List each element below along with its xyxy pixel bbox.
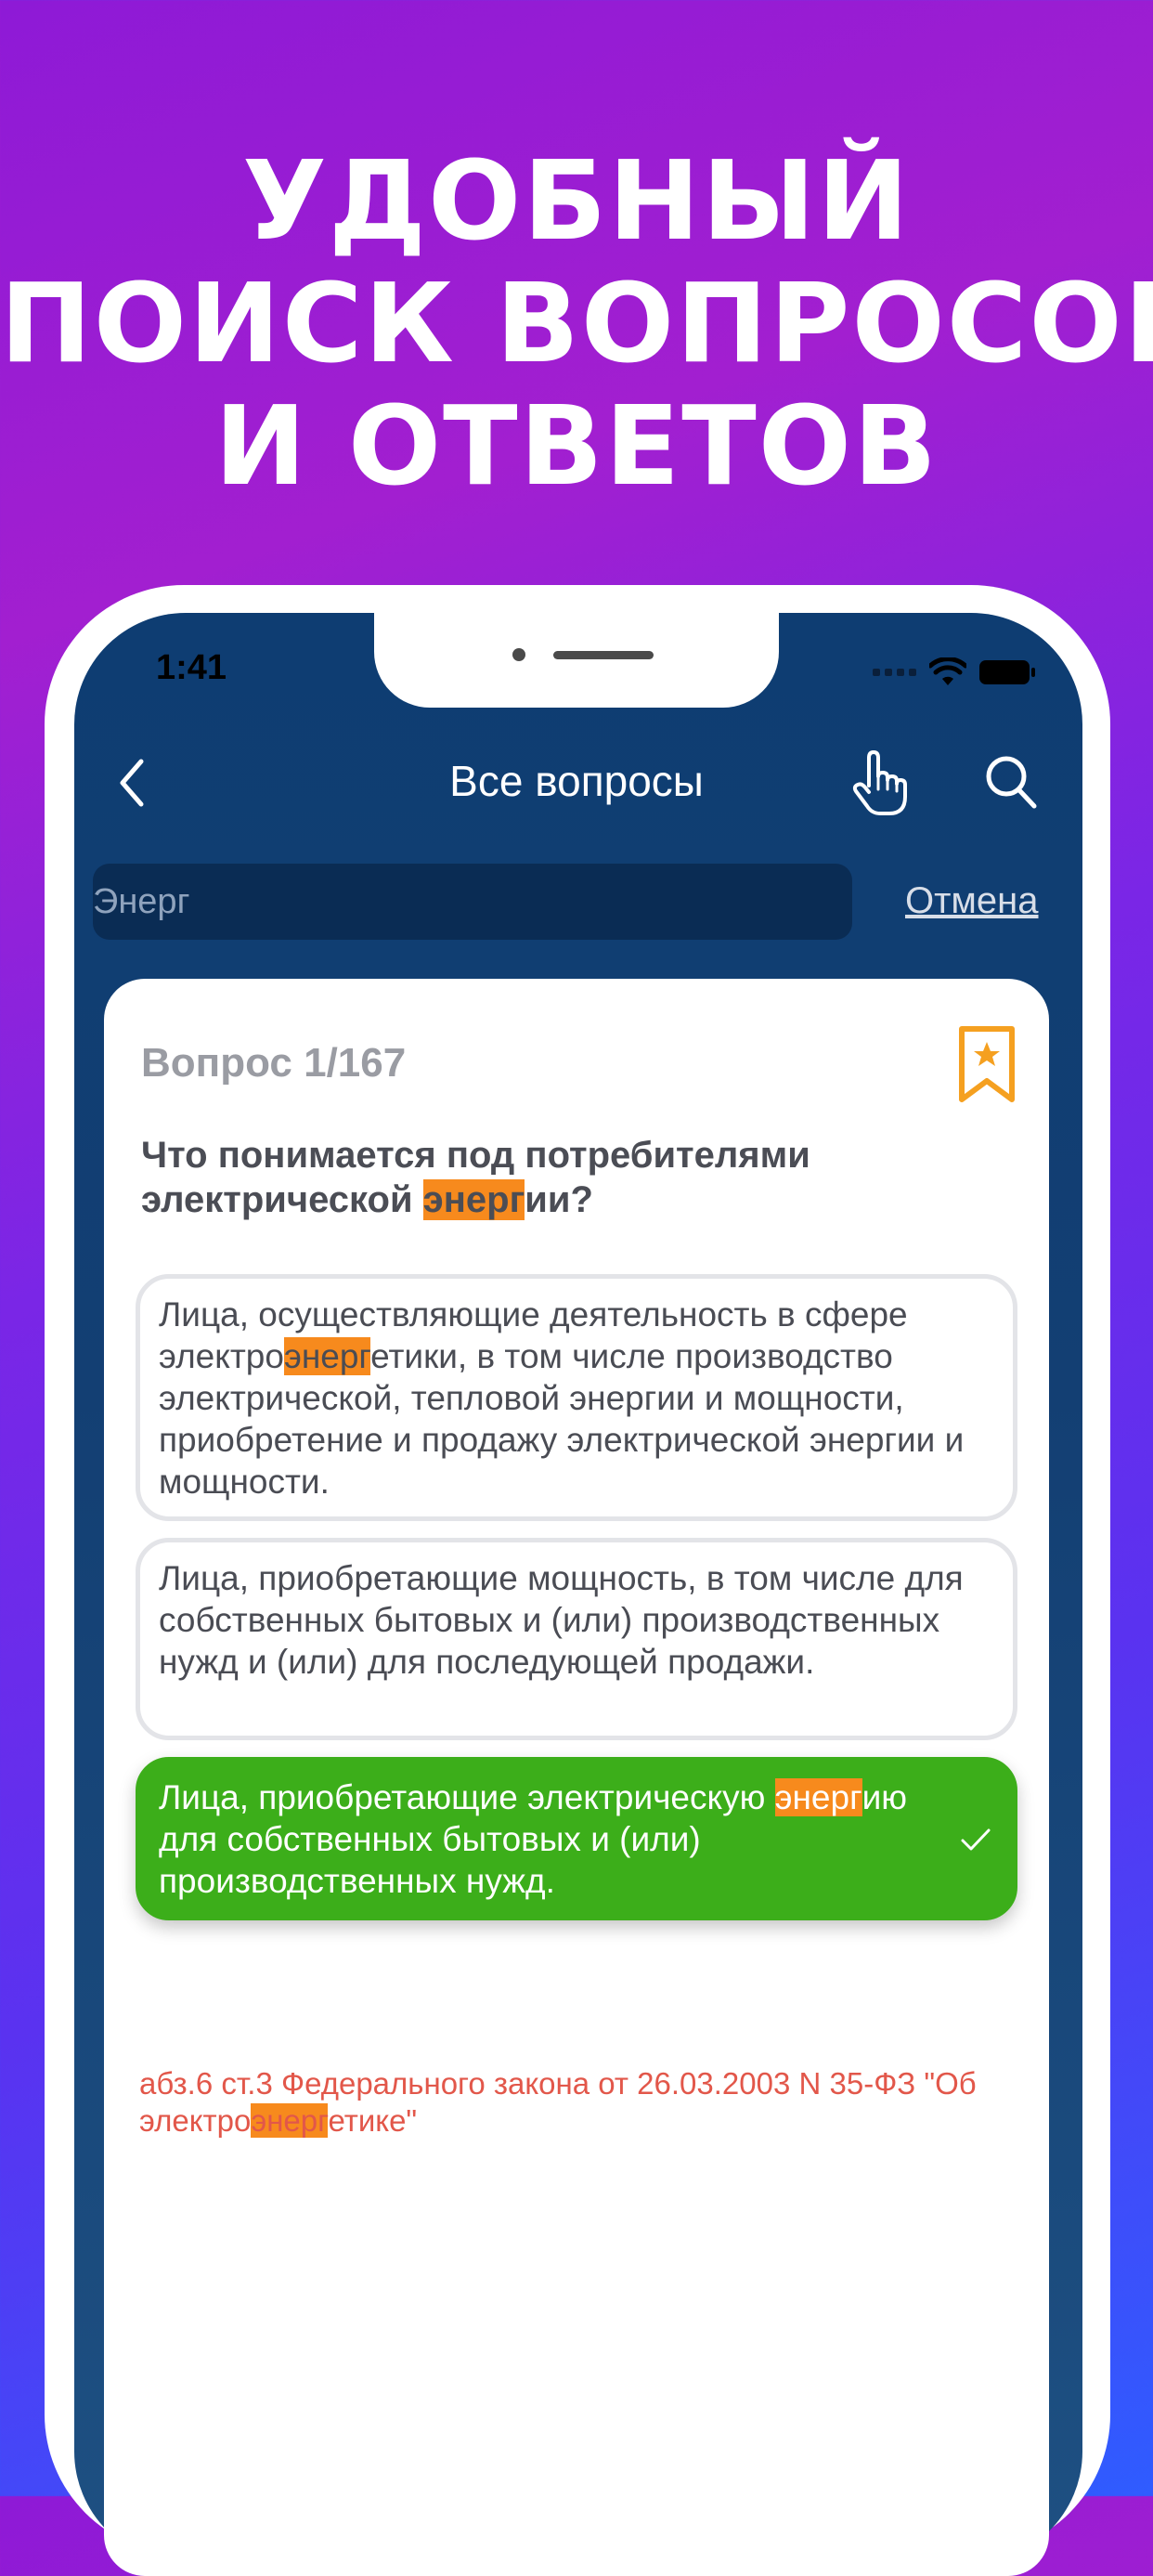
cancel-button[interactable]: Отмена — [905, 880, 1039, 922]
front-camera — [512, 648, 525, 661]
source-reference: абз.6 ст.3 Федерального закона от 26.03.… — [139, 2065, 1049, 2140]
answer-text: Лица, приобретающие мощность, в том числ… — [159, 1559, 964, 1681]
search-icon[interactable] — [982, 752, 1040, 813]
question-counter: Вопрос 1/167 — [141, 1040, 407, 1086]
hand-pointer-icon[interactable] — [847, 748, 912, 817]
search-highlight: энерг — [251, 2103, 329, 2138]
wifi-icon — [929, 657, 966, 685]
bookmark-star-icon[interactable] — [956, 1025, 1017, 1105]
answer-option-2[interactable]: Лица, приобретающие мощность, в том числ… — [136, 1538, 1017, 1740]
status-time: 1:41 — [156, 648, 227, 687]
source-text-after: етике" — [328, 2103, 418, 2138]
battery-icon — [979, 660, 1035, 684]
phone-notch — [374, 613, 779, 708]
promo-line-3: И ОТВЕТОВ — [214, 382, 939, 510]
answer-option-3-correct[interactable]: Лица, приобретающие электрическую энерги… — [136, 1757, 1017, 1920]
answer-text-before: Лица, приобретающие электрическую — [159, 1778, 775, 1816]
search-input[interactable] — [93, 864, 852, 940]
search-highlight: энерг — [283, 1337, 371, 1375]
checkmark-icon — [961, 1828, 991, 1851]
promo-line-2: ПОИСК ВОПРОСОВ — [0, 259, 1153, 387]
answer-option-1[interactable]: Лица, осуществляющие деятельность в сфер… — [136, 1274, 1017, 1521]
question-text-after: ии? — [525, 1179, 593, 1220]
answer-text: Лица, приобретающие электрическую энерги… — [159, 1776, 929, 1902]
signal-icon — [873, 669, 916, 676]
promo-line-1: УДОБНЫЙ — [241, 137, 912, 265]
search-field[interactable] — [93, 864, 852, 940]
status-icons — [873, 656, 1035, 689]
search-highlight: энерг — [774, 1778, 862, 1816]
question-text: Что понимается под потребителями электри… — [141, 1133, 977, 1222]
back-chevron-icon[interactable] — [110, 750, 156, 815]
page-title: Все вопросы — [449, 757, 704, 805]
promo-headline: УДОБНЫЙ ПОИСК ВОПРОСОВ И ОТВЕТОВ — [0, 139, 1153, 507]
search-highlight: энерг — [422, 1179, 525, 1220]
earpiece-speaker — [553, 651, 654, 659]
